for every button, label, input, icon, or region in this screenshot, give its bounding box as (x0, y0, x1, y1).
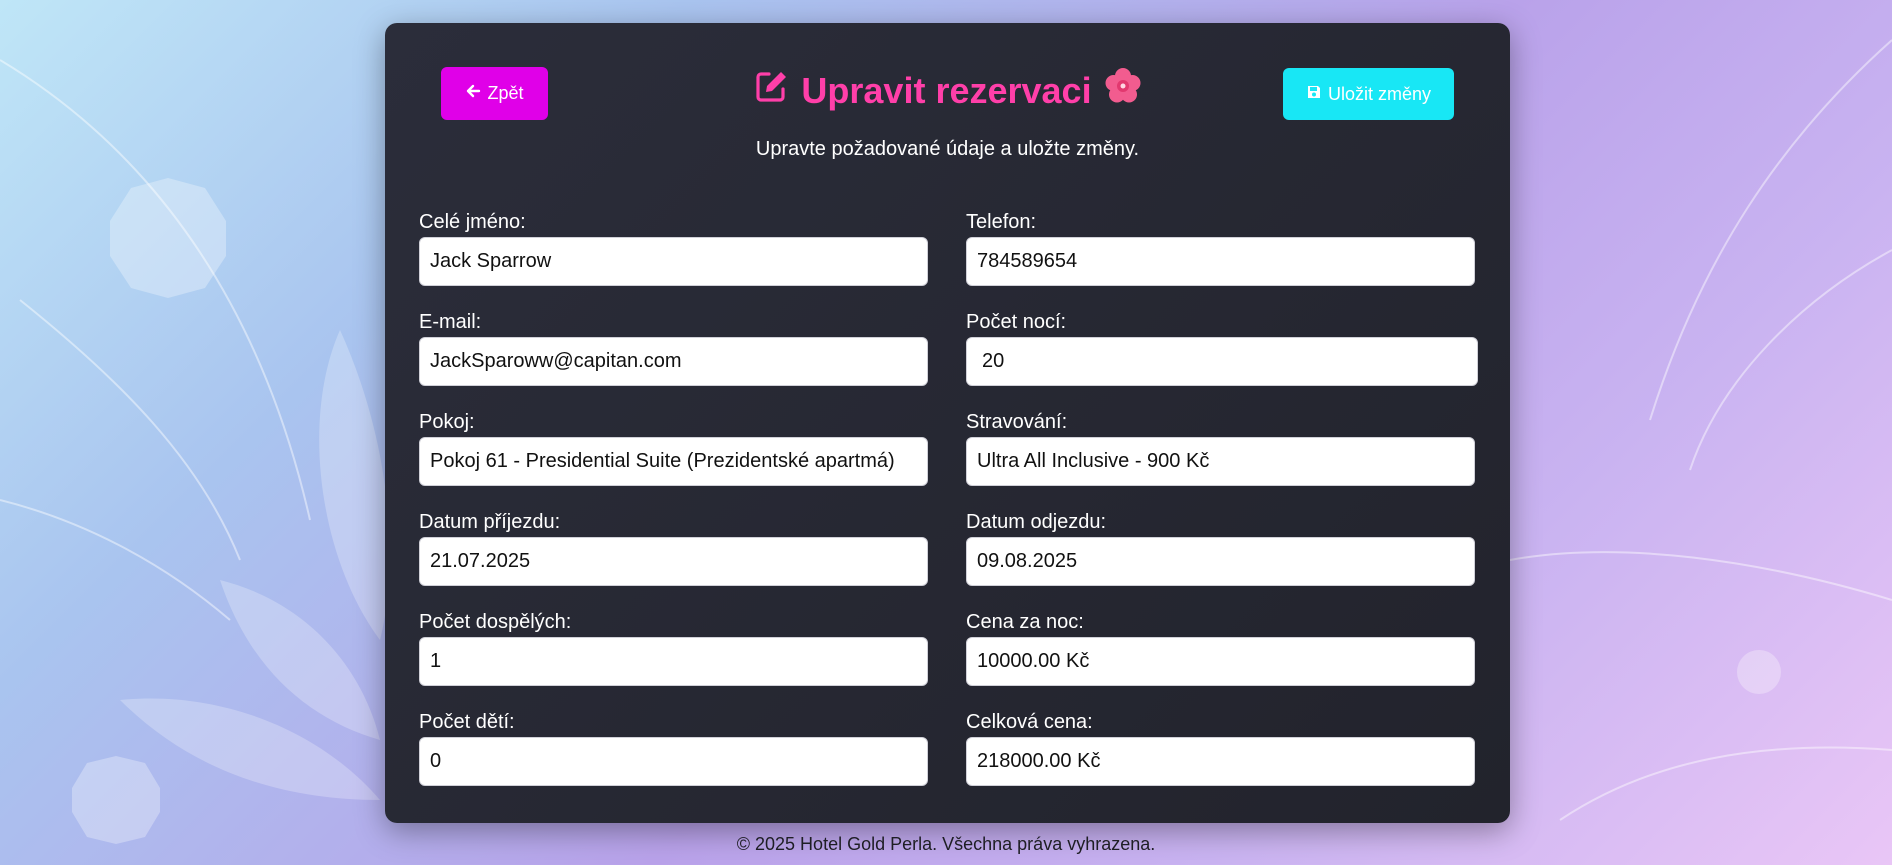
edit-icon (753, 68, 789, 113)
footer-copyright: © 2025 Hotel Gold Perla. Všechna práva v… (736, 834, 1156, 854)
page-subtitle: Upravte požadované údaje a uložte změny. (755, 138, 1140, 160)
total-price-input[interactable]: 218000.00 Kč (966, 737, 1475, 786)
adults-label: Počet dospělých: (419, 611, 572, 633)
nights-input[interactable]: 20 (966, 337, 1478, 386)
save-button-label: Uložit změny (1327, 83, 1432, 104)
arrival-date-input[interactable]: 21.07.2025 (419, 537, 928, 586)
meals-select[interactable]: Ultra All Inclusive - 900 Kč (966, 437, 1475, 486)
page-title-text: Upravit rezervaci (801, 69, 1092, 111)
floppy-disk-icon (1306, 84, 1322, 105)
departure-date-label: Datum odjezdu: (966, 511, 1107, 533)
full-name-label: Celé jméno: (419, 211, 526, 233)
phone-label: Telefon: (966, 211, 1037, 233)
email-input[interactable]: JackSparoww@capitan.com (419, 337, 928, 386)
children-label: Počet dětí: (419, 711, 515, 733)
edit-reservation-panel: Zpět Upravit rezervaci Uložit změny Upra… (385, 23, 1510, 823)
nights-label: Počet nocí: (966, 311, 1067, 333)
room-label: Pokoj: (419, 411, 475, 433)
children-input[interactable]: 0 (419, 737, 928, 786)
arrival-date-label: Datum příjezdu: (419, 511, 561, 533)
hibiscus-icon (1104, 67, 1142, 114)
save-changes-button[interactable]: Uložit změny (1283, 68, 1454, 120)
meals-label: Stravování: (966, 411, 1068, 433)
adults-input[interactable]: 1 (419, 637, 928, 686)
room-select[interactable]: Pokoj 61 - Presidential Suite (Prezident… (419, 437, 928, 486)
full-name-input[interactable]: Jack Sparrow (419, 237, 928, 286)
email-label: E-mail: (419, 311, 482, 333)
total-price-label: Celková cena: (966, 711, 1093, 733)
phone-input[interactable]: 784589654 (966, 237, 1475, 286)
price-per-night-label: Cena za noc: (966, 611, 1084, 633)
departure-date-input[interactable]: 09.08.2025 (966, 537, 1475, 586)
price-per-night-input[interactable]: 10000.00 Kč (966, 637, 1475, 686)
